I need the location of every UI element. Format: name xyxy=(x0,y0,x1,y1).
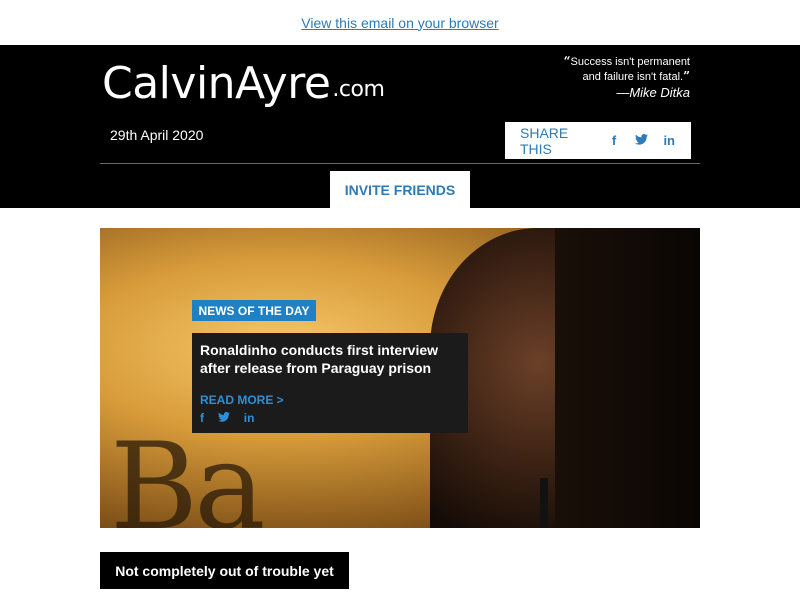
invite-friends-button[interactable]: INVITE FRIENDS xyxy=(330,171,470,208)
quote-line-2: and failure isn't fatal. xyxy=(582,71,684,83)
email-header: CalvinAyre.com “Success isn't permanent … xyxy=(0,45,800,208)
facebook-icon[interactable]: f xyxy=(609,133,620,148)
calvinayre-logo[interactable]: CalvinAyre.com xyxy=(102,58,385,109)
featured-story-card: Ronaldinho conducts first interview afte… xyxy=(192,333,468,433)
read-more-link[interactable]: READ MORE > xyxy=(200,393,460,407)
logo-main-text: CalvinAyre xyxy=(102,58,331,109)
quote-close-mark: ” xyxy=(683,69,690,83)
quote-line-1: Success isn't permanent xyxy=(570,56,691,68)
microphone-shape xyxy=(540,478,548,528)
quote-open-mark: “ xyxy=(563,54,571,68)
share-label: SHARE THIS xyxy=(520,124,569,157)
logo-suffix-text: .com xyxy=(332,77,385,102)
issue-date: 29th April 2020 xyxy=(110,127,204,143)
linkedin-icon[interactable]: in xyxy=(244,411,255,425)
facebook-icon[interactable]: f xyxy=(200,411,204,425)
quote-author: —Mike Ditka xyxy=(616,85,690,100)
hero-portrait-hair xyxy=(555,228,700,528)
twitter-icon[interactable] xyxy=(218,411,233,425)
share-box: SHARE THIS f in xyxy=(505,122,691,159)
hero-background-lettering: Ba xyxy=(110,418,266,528)
news-of-the-day-badge: NEWS OF THE DAY xyxy=(192,300,316,321)
section-subhead: Not completely out of trouble yet xyxy=(100,552,349,589)
twitter-icon[interactable] xyxy=(635,133,649,148)
view-in-browser-link[interactable]: View this email on your browser xyxy=(301,15,498,31)
quote-block: “Success isn't permanent and failure isn… xyxy=(564,54,690,100)
linkedin-icon[interactable]: in xyxy=(663,133,675,148)
story-social-icons: f in xyxy=(200,409,460,427)
header-divider xyxy=(100,163,700,164)
story-headline[interactable]: Ronaldinho conducts first interview afte… xyxy=(200,341,460,377)
browser-link-bar: View this email on your browser xyxy=(0,0,800,45)
